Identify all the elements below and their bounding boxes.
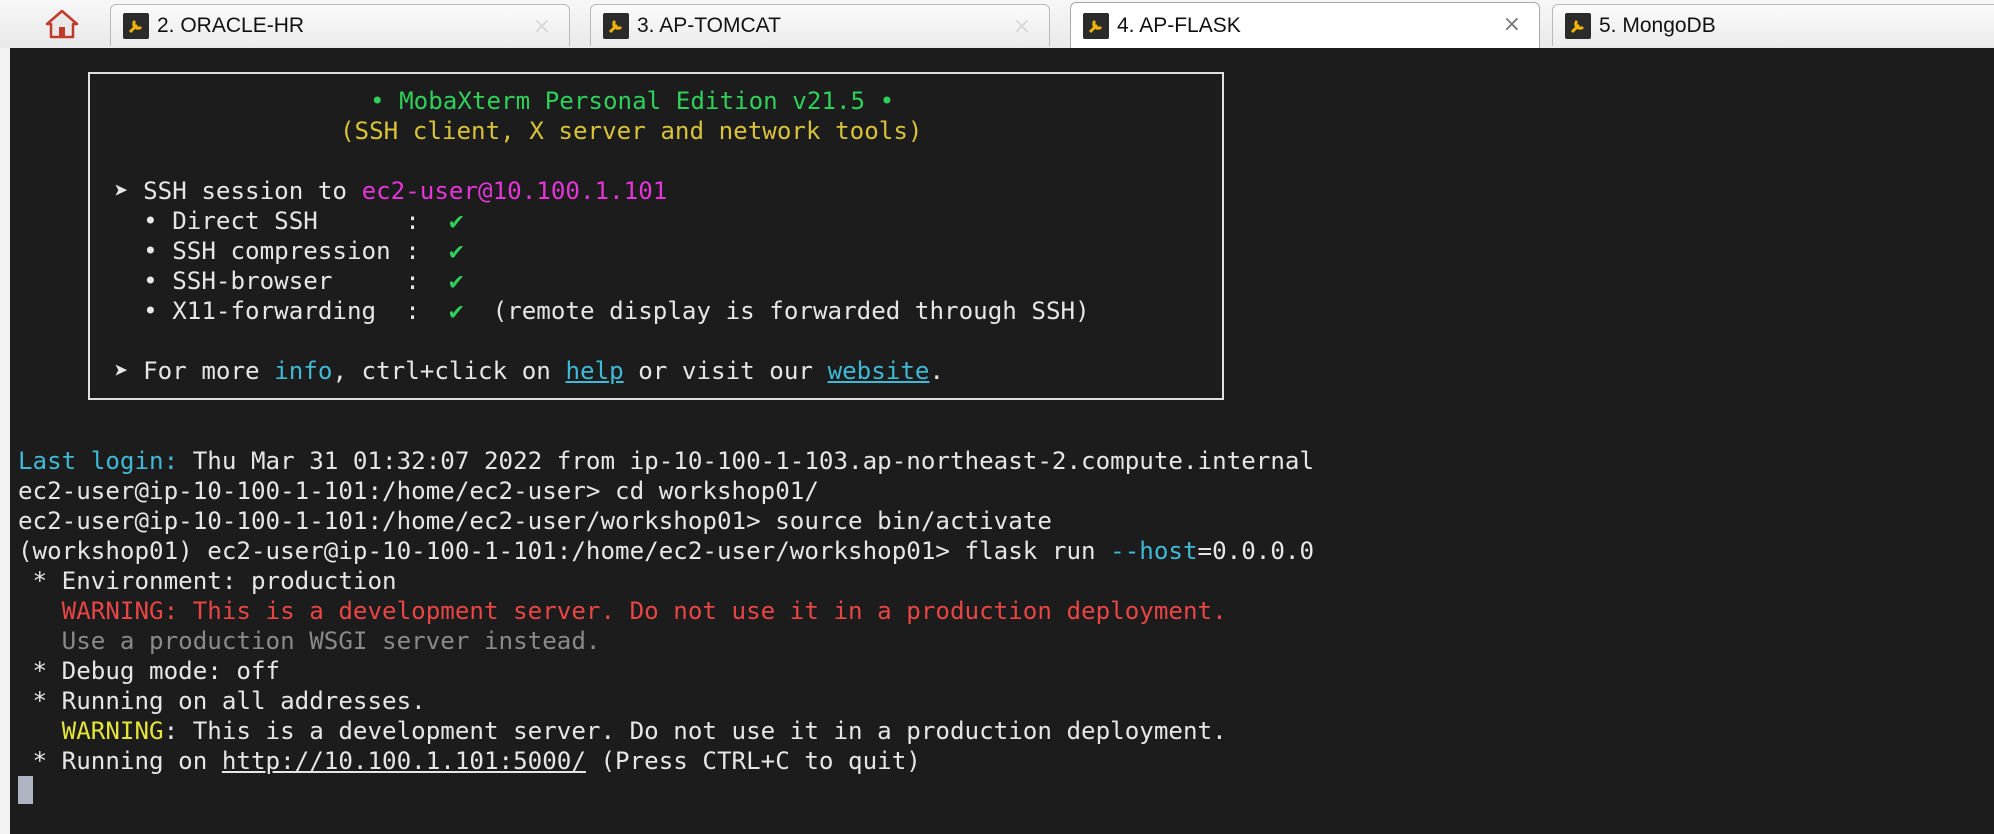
close-icon[interactable]: × bbox=[1013, 14, 1031, 39]
wsgi-hint-line: Use a production WSGI server instead. bbox=[18, 627, 601, 655]
session-host: ec2-user@10.100.1.101 bbox=[361, 177, 668, 205]
welcome-subtitle: (SSH client, X server and network tools) bbox=[340, 117, 923, 145]
warning-line-1: WARNING: This is a development server. D… bbox=[18, 597, 1227, 625]
website-link[interactable]: website bbox=[828, 357, 930, 385]
wrench-icon bbox=[1083, 12, 1109, 39]
info-link[interactable]: info bbox=[274, 357, 332, 385]
close-icon[interactable]: × bbox=[533, 14, 551, 39]
wrench-icon bbox=[123, 12, 149, 39]
help-link[interactable]: help bbox=[565, 357, 623, 385]
tab-label: 3. AP-TOMCAT bbox=[637, 13, 781, 37]
feature-ssh-browser: • SSH-browser : ✔ bbox=[114, 267, 464, 295]
last-login-line: Last login: Thu Mar 31 01:32:07 2022 fro… bbox=[18, 447, 1315, 475]
feature-ssh-compression: • SSH compression : ✔ bbox=[114, 237, 464, 265]
window-left-border bbox=[0, 48, 10, 834]
running-on-line: * Running on http://10.100.1.101:5000/ (… bbox=[18, 747, 921, 775]
session-line: ➤ SSH session to ec2-user@10.100.1.101 bbox=[114, 177, 668, 205]
check-icon: ✔ bbox=[448, 297, 464, 325]
home-tab[interactable] bbox=[26, 2, 98, 46]
server-url-link[interactable]: http://10.100.1.101:5000/ bbox=[222, 747, 586, 775]
command-cd: ec2-user@ip-10-100-1-101:/home/ec2-user>… bbox=[18, 477, 819, 505]
running-all-line: * Running on all addresses. bbox=[18, 687, 426, 715]
tab-oracle-hr[interactable]: 2. ORACLE-HR × bbox=[110, 4, 570, 46]
wrench-icon bbox=[1565, 12, 1591, 39]
close-icon[interactable]: × bbox=[1503, 12, 1521, 37]
tab-ap-tomcat[interactable]: 3. AP-TOMCAT × bbox=[590, 4, 1050, 46]
feature-direct-ssh: • Direct SSH : ✔ bbox=[114, 207, 464, 235]
welcome-title: • MobaXterm Personal Edition v21.5 • bbox=[370, 87, 895, 115]
tab-label: 5. MongoDB bbox=[1599, 13, 1716, 37]
check-icon: ✔ bbox=[448, 267, 464, 295]
command-activate: ec2-user@ip-10-100-1-101:/home/ec2-user/… bbox=[18, 507, 1052, 535]
session-tab-bar: 2. ORACLE-HR × 3. AP-TOMCAT × 4. AP-FLAS… bbox=[0, 0, 1994, 49]
command-flask-run: (workshop01) ec2-user@ip-10-100-1-101:/h… bbox=[18, 537, 1315, 565]
tab-label: 4. AP-FLASK bbox=[1117, 13, 1241, 37]
tab-ap-flask[interactable]: 4. AP-FLASK × bbox=[1070, 2, 1540, 48]
debug-line: * Debug mode: off bbox=[18, 657, 281, 685]
env-line: * Environment: production bbox=[18, 567, 397, 595]
feature-x11-forwarding: • X11-forwarding : ✔ (remote display is … bbox=[114, 297, 1090, 325]
warning-line-2: WARNING: This is a development server. D… bbox=[18, 717, 1227, 745]
home-icon bbox=[45, 9, 79, 39]
tab-mongodb[interactable]: 5. MongoDB bbox=[1552, 4, 1994, 46]
terminal-cursor bbox=[18, 776, 33, 804]
more-info-line: ➤ For more info, ctrl+click on help or v… bbox=[114, 357, 945, 385]
check-icon: ✔ bbox=[448, 207, 464, 235]
check-icon: ✔ bbox=[448, 237, 464, 265]
tab-label: 2. ORACLE-HR bbox=[157, 13, 305, 37]
wrench-icon bbox=[603, 12, 629, 39]
